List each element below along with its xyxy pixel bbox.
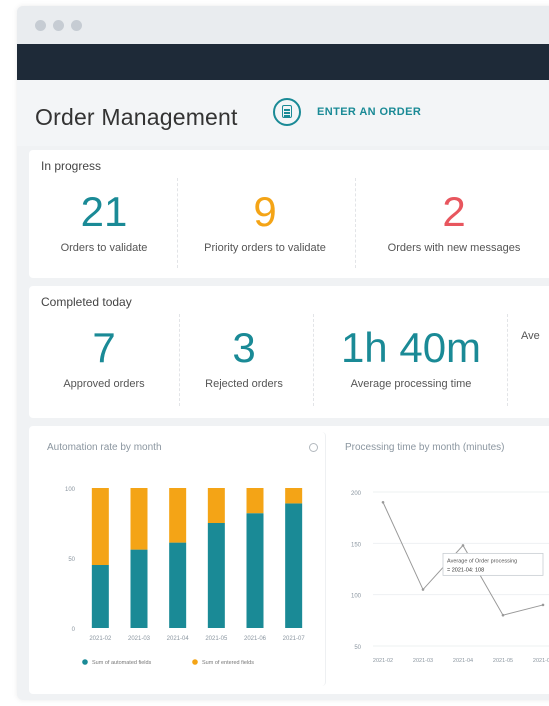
stat-orders-new-messages[interactable]: 2 Orders with new messages xyxy=(359,188,549,254)
app-window: Order Management ENTER AN ORDER In progr… xyxy=(17,6,549,700)
completed-today-title: Completed today xyxy=(41,295,132,309)
data-point xyxy=(501,613,505,617)
stat-rejected-orders[interactable]: 3 Rejected orders xyxy=(179,324,309,390)
y-tick-label: 100 xyxy=(351,594,362,600)
bar-automated xyxy=(246,513,264,628)
stat-label: Average processing time xyxy=(350,378,472,390)
stat-value: 7 xyxy=(92,324,116,371)
stat-value: 9 xyxy=(253,188,277,235)
enter-order-button[interactable]: ENTER AN ORDER xyxy=(317,106,421,118)
page-title: Order Management xyxy=(35,104,238,130)
data-point xyxy=(421,588,425,591)
automation-bar-chart: 0 50 100 2021-02 2021-03 2021-04 2021-05 2021-0… xyxy=(65,487,306,666)
window-titlebar xyxy=(17,6,549,44)
stat-average-processing-time[interactable]: 1h 40m Average processing time xyxy=(315,324,507,390)
page-header: Order Management ENTER AN ORDER xyxy=(17,80,549,146)
x-tick-label: 2021-04 xyxy=(167,636,190,642)
stat-label: Rejected orders xyxy=(205,378,283,390)
stat-priority-orders[interactable]: 9 Priority orders to validate xyxy=(179,188,351,254)
legend-label: Sum of automated fields xyxy=(92,660,152,666)
x-tick-label: 2021-02 xyxy=(373,658,393,664)
bar-automated xyxy=(91,565,109,628)
bar-entered xyxy=(169,488,187,543)
y-tick-label: 0 xyxy=(72,627,76,633)
x-tick-label: 2021-06 xyxy=(533,658,549,664)
x-tick-label: 2021-03 xyxy=(413,658,433,664)
y-tick-label: 100 xyxy=(65,487,76,493)
bar-automated xyxy=(285,503,303,628)
minimize-dot[interactable] xyxy=(53,20,64,31)
stat-value: 3 xyxy=(232,324,256,371)
y-tick-label: 50 xyxy=(68,557,75,563)
data-point xyxy=(381,500,385,504)
stat-label: Priority orders to validate xyxy=(204,242,326,254)
stat-value: 2 xyxy=(442,188,466,235)
x-tick-label: 2021-05 xyxy=(205,636,228,642)
y-tick-label: 200 xyxy=(351,491,362,497)
legend-label: Sum of entered fields xyxy=(202,660,254,666)
maximize-dot[interactable] xyxy=(71,20,82,31)
y-tick-label: 50 xyxy=(354,645,361,651)
x-tick-label: 2021-07 xyxy=(283,636,306,642)
top-navigation-bar xyxy=(17,44,549,80)
in-progress-panel: In progress 21 Orders to validate 9 Prio… xyxy=(29,150,549,278)
legend-marker xyxy=(192,659,198,665)
stat-value: 21 xyxy=(80,188,128,235)
bar-automated xyxy=(169,542,187,628)
stat-label: Orders with new messages xyxy=(387,242,521,254)
bar-automated xyxy=(130,549,148,628)
charts-panel: Automation rate by month 0 50 100 2021-02 20… xyxy=(29,426,549,694)
bar-entered xyxy=(91,488,109,565)
bar-automated xyxy=(207,523,225,628)
x-tick-label: 2021-04 xyxy=(453,658,473,664)
stat-label: Ave xyxy=(521,330,540,342)
bar-entered xyxy=(130,488,148,550)
stat-value: 1h 40m xyxy=(340,324,482,371)
bar-entered xyxy=(285,488,303,504)
legend-marker xyxy=(82,659,88,665)
order-form-icon[interactable] xyxy=(273,98,301,126)
automation-chart-card: Automation rate by month 0 50 100 2021-02 20… xyxy=(35,432,326,686)
tooltip-line-2: = 2021-04: 108 xyxy=(447,567,484,573)
bar-entered xyxy=(246,488,264,514)
y-tick-label: 150 xyxy=(351,542,362,548)
stat-approved-orders[interactable]: 7 Approved orders xyxy=(29,324,179,390)
stat-average-partial[interactable]: Ave xyxy=(521,324,549,342)
x-tick-label: 2021-05 xyxy=(493,658,513,664)
x-tick-label: 2021-03 xyxy=(128,636,151,642)
x-tick-label: 2021-02 xyxy=(89,636,112,642)
processing-chart-card: Processing time by month (minutes) 50 100… xyxy=(331,432,549,686)
close-dot[interactable] xyxy=(35,20,46,31)
tooltip-line-1: Average of Order processing xyxy=(447,558,517,564)
processing-line-chart: 50 100 150 200 2021-02 2021-03 2021-04 2021-05 2… xyxy=(351,491,549,664)
data-point xyxy=(541,603,545,607)
x-tick-label: 2021-06 xyxy=(244,636,267,642)
data-point xyxy=(461,544,465,547)
bar-entered xyxy=(207,488,225,523)
stat-orders-to-validate[interactable]: 21 Orders to validate xyxy=(29,188,179,254)
stat-label: Orders to validate xyxy=(60,242,148,254)
stat-label: Approved orders xyxy=(63,378,145,390)
in-progress-title: In progress xyxy=(41,159,102,173)
completed-today-panel: Completed today 7 Approved orders 3 Reje… xyxy=(29,286,549,418)
